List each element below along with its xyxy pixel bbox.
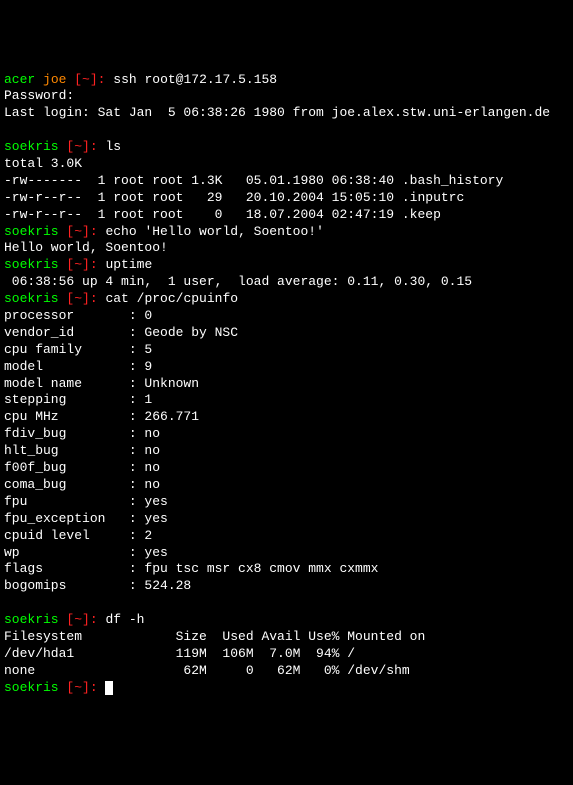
hostname: soekris [4, 291, 59, 306]
hostname: soekris [4, 224, 59, 239]
output-line: model : 9 [4, 359, 152, 374]
output-line: none 62M 0 62M 0% /dev/shm [4, 663, 410, 678]
hostname: soekris [4, 680, 59, 695]
output-line: bogomips : 524.28 [4, 578, 191, 593]
command-text: echo 'Hello world, Soentoo!' [98, 224, 324, 239]
output-line: -rw------- 1 root root 1.3K 05.01.1980 0… [4, 173, 503, 188]
output-line: flags : fpu tsc msr cx8 cmov mmx cxmmx [4, 561, 378, 576]
prompt-path: [~]: [66, 139, 97, 154]
hostname: soekris [4, 257, 59, 272]
output-line: coma_bug : no [4, 477, 160, 492]
output-line: fpu : yes [4, 494, 168, 509]
hostname: soekris [4, 612, 59, 627]
output-line: fpu_exception : yes [4, 511, 168, 526]
output-line: cpu family : 5 [4, 342, 152, 357]
output-line: Filesystem Size Used Avail Use% Mounted … [4, 629, 425, 644]
hostname: acer [4, 72, 35, 87]
output-line: Last login: Sat Jan 5 06:38:26 1980 from… [4, 105, 550, 120]
command-text: df -h [98, 612, 145, 627]
output-line: total 3.0K [4, 156, 82, 171]
command-text: cat /proc/cpuinfo [98, 291, 238, 306]
output-line: vendor_id : Geode by NSC [4, 325, 238, 340]
username: joe [43, 72, 66, 87]
prompt-path: [~]: [66, 257, 97, 272]
prompt-path: [~]: [66, 224, 97, 239]
output-line: 06:38:56 up 4 min, 1 user, load average:… [4, 274, 472, 289]
output-line: f00f_bug : no [4, 460, 160, 475]
output-line: cpu MHz : 266.771 [4, 409, 199, 424]
output-line: model name : Unknown [4, 376, 199, 391]
output-line: processor : 0 [4, 308, 152, 323]
prompt-path: [~]: [66, 612, 97, 627]
command-text [98, 680, 106, 695]
hostname: soekris [4, 139, 59, 154]
prompt-path: [~]: [66, 680, 97, 695]
output-line: fdiv_bug : no [4, 426, 160, 441]
cursor [105, 681, 113, 695]
output-line: hlt_bug : no [4, 443, 160, 458]
command-text: ssh root@172.17.5.158 [105, 72, 277, 87]
output-line: -rw-r--r-- 1 root root 29 20.10.2004 15:… [4, 190, 464, 205]
prompt-path: [~]: [74, 72, 105, 87]
output-line: -rw-r--r-- 1 root root 0 18.07.2004 02:4… [4, 207, 441, 222]
output-line: Password: [4, 88, 74, 103]
prompt-path: [~]: [66, 291, 97, 306]
terminal-output[interactable]: acer joe [~]: ssh root@172.17.5.158 Pass… [4, 72, 569, 697]
output-line: stepping : 1 [4, 392, 152, 407]
command-text: uptime [98, 257, 153, 272]
output-line: Hello world, Soentoo! [4, 240, 168, 255]
output-line: cpuid level : 2 [4, 528, 152, 543]
command-text: ls [98, 139, 121, 154]
output-line: wp : yes [4, 545, 168, 560]
output-line: /dev/hda1 119M 106M 7.0M 94% / [4, 646, 355, 661]
